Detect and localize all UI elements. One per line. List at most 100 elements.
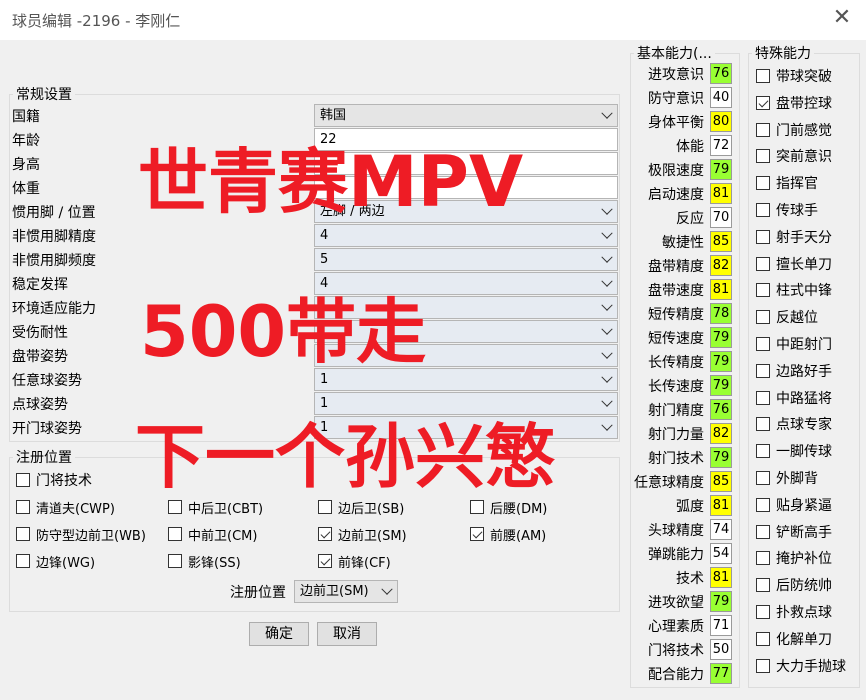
- checkbox-icon: [756, 551, 770, 566]
- special-ability-label: 中路猛将: [776, 390, 832, 407]
- close-icon[interactable]: ✕: [830, 6, 854, 30]
- positions-legend: 注册位置: [16, 450, 72, 466]
- special-ability-checkbox[interactable]: 指挥官: [756, 173, 818, 193]
- special-ability-checkbox[interactable]: 柱式中锋: [756, 280, 832, 300]
- position-checkbox[interactable]: 清道夫(CWP): [16, 497, 115, 517]
- ability-stat-value[interactable]: 76: [710, 63, 732, 84]
- general-field-select[interactable]: [314, 344, 618, 367]
- special-ability-checkbox[interactable]: 传球手: [756, 200, 818, 220]
- checkbox-icon: [756, 69, 770, 83]
- special-ability-checkbox[interactable]: 大力手抛球: [756, 656, 846, 676]
- ability-stat-value[interactable]: 77: [710, 663, 732, 684]
- general-field-input[interactable]: [314, 152, 618, 175]
- ability-stat-value[interactable]: 79: [710, 447, 732, 468]
- ability-stat-row: 门将技术 50: [624, 639, 734, 661]
- position-label: 门将技术: [36, 473, 92, 489]
- special-ability-checkbox[interactable]: 外脚背: [756, 468, 818, 488]
- ok-button[interactable]: 确定: [249, 622, 309, 646]
- ability-stat-value[interactable]: 76: [710, 399, 732, 420]
- register-position-select[interactable]: 边前卫(SM): [294, 580, 398, 603]
- ability-stat-value[interactable]: 40: [710, 87, 732, 108]
- special-ability-checkbox[interactable]: 点球专家: [756, 414, 832, 434]
- general-field-select[interactable]: 1: [314, 368, 618, 391]
- ability-stat-value[interactable]: 81: [710, 567, 732, 588]
- ability-stat-value[interactable]: 50: [710, 639, 732, 660]
- general-field-select[interactable]: 5: [314, 248, 618, 271]
- checkbox-icon: [756, 310, 770, 325]
- checkbox-icon: [16, 527, 30, 541]
- position-checkbox[interactable]: 中前卫(CM): [168, 524, 257, 544]
- ability-stat-row: 极限速度 79: [624, 159, 734, 181]
- ability-stat-value[interactable]: 81: [710, 495, 732, 516]
- special-ability-checkbox[interactable]: 化解单刀: [756, 629, 832, 649]
- special-ability-checkbox[interactable]: 一脚传球: [756, 441, 832, 461]
- ability-stat-label: 长传速度: [648, 379, 704, 395]
- ability-stat-value[interactable]: 82: [710, 255, 732, 276]
- special-ability-checkbox[interactable]: 反越位: [756, 307, 818, 327]
- general-field-select[interactable]: 1: [314, 392, 618, 415]
- ability-stat-value[interactable]: 79: [710, 327, 732, 348]
- ability-stat-value[interactable]: 78: [710, 303, 732, 324]
- general-field-label: 惯用脚 / 位置: [12, 205, 96, 221]
- special-ability-checkbox[interactable]: 扑救点球: [756, 602, 832, 622]
- special-ability-checkbox[interactable]: 边路好手: [756, 361, 832, 381]
- ability-stat-label: 短传速度: [648, 331, 704, 347]
- ability-stat-value[interactable]: 81: [710, 183, 732, 204]
- ability-stat-value[interactable]: 70: [710, 207, 732, 228]
- special-ability-checkbox[interactable]: 中路猛将: [756, 388, 832, 408]
- general-field-row: 开门球姿势 1: [12, 416, 618, 440]
- general-field-input[interactable]: 22: [314, 128, 618, 151]
- ability-stat-value[interactable]: 74: [710, 519, 732, 540]
- general-field-select[interactable]: 4: [314, 224, 618, 247]
- special-ability-checkbox[interactable]: 后防统帅: [756, 575, 832, 595]
- special-ability-checkbox[interactable]: 贴身紧逼: [756, 495, 832, 515]
- position-checkbox[interactable]: 影锋(SS): [168, 551, 241, 571]
- special-ability-checkbox[interactable]: 擅长单刀: [756, 254, 832, 274]
- general-field-select[interactable]: 左脚 / 两边: [314, 200, 618, 223]
- position-checkbox[interactable]: 后腰(DM): [470, 497, 547, 517]
- ability-stat-value[interactable]: 79: [710, 591, 732, 612]
- special-ability-checkbox[interactable]: 带球突破: [756, 66, 832, 86]
- ability-stat-value[interactable]: 85: [710, 471, 732, 492]
- general-field-select[interactable]: 韩国: [314, 104, 618, 127]
- special-ability-checkbox[interactable]: 突前意识: [756, 146, 832, 166]
- checkbox-icon: [756, 390, 770, 405]
- position-checkbox[interactable]: 前锋(CF): [318, 551, 391, 571]
- ability-stat-value[interactable]: 80: [710, 111, 732, 132]
- special-ability-checkbox[interactable]: 盘带控球: [756, 93, 832, 113]
- ability-stat-value[interactable]: 82: [710, 423, 732, 444]
- position-label: 防守型边前卫(WB): [36, 528, 146, 544]
- position-checkbox[interactable]: 防守型边前卫(WB): [16, 524, 146, 544]
- position-checkbox[interactable]: 边锋(WG): [16, 551, 95, 571]
- general-field-label: 环境适应能力: [12, 301, 96, 317]
- general-field-row: 惯用脚 / 位置 左脚 / 两边: [12, 200, 618, 224]
- special-ability-checkbox[interactable]: 射手天分: [756, 227, 832, 247]
- ability-stat-row: 体能 72: [624, 135, 734, 157]
- ability-stat-value[interactable]: 79: [710, 351, 732, 372]
- special-ability-checkbox[interactable]: 门前感觉: [756, 120, 832, 140]
- general-field-select[interactable]: [314, 320, 618, 343]
- ability-stat-value[interactable]: 79: [710, 375, 732, 396]
- special-ability-checkbox[interactable]: 中距射门: [756, 334, 832, 354]
- checkbox-icon: [16, 473, 30, 487]
- general-field-select[interactable]: 1: [314, 416, 618, 439]
- general-field-input[interactable]: [314, 176, 618, 199]
- position-checkbox[interactable]: 边后卫(SB): [318, 497, 404, 517]
- ability-stat-value[interactable]: 71: [710, 615, 732, 636]
- ability-stat-value[interactable]: 79: [710, 159, 732, 180]
- position-checkbox[interactable]: 边前卫(SM): [318, 524, 407, 544]
- general-field-select[interactable]: 4: [314, 272, 618, 295]
- ability-stat-value[interactable]: 81: [710, 279, 732, 300]
- general-field-select[interactable]: [314, 296, 618, 319]
- cancel-button[interactable]: 取消: [317, 622, 377, 646]
- checkbox-icon: [756, 497, 770, 512]
- position-checkbox[interactable]: 中后卫(CBT): [168, 497, 263, 517]
- ability-stat-value[interactable]: 85: [710, 231, 732, 252]
- special-ability-checkbox[interactable]: 铲断高手: [756, 522, 832, 542]
- position-checkbox[interactable]: 门将技术: [16, 470, 92, 490]
- ability-stat-value[interactable]: 54: [710, 543, 732, 564]
- position-checkbox[interactable]: 前腰(AM): [470, 524, 546, 544]
- special-ability-checkbox[interactable]: 掩护补位: [756, 548, 832, 568]
- general-field-row: 盘带姿势: [12, 344, 618, 368]
- ability-stat-value[interactable]: 72: [710, 135, 732, 156]
